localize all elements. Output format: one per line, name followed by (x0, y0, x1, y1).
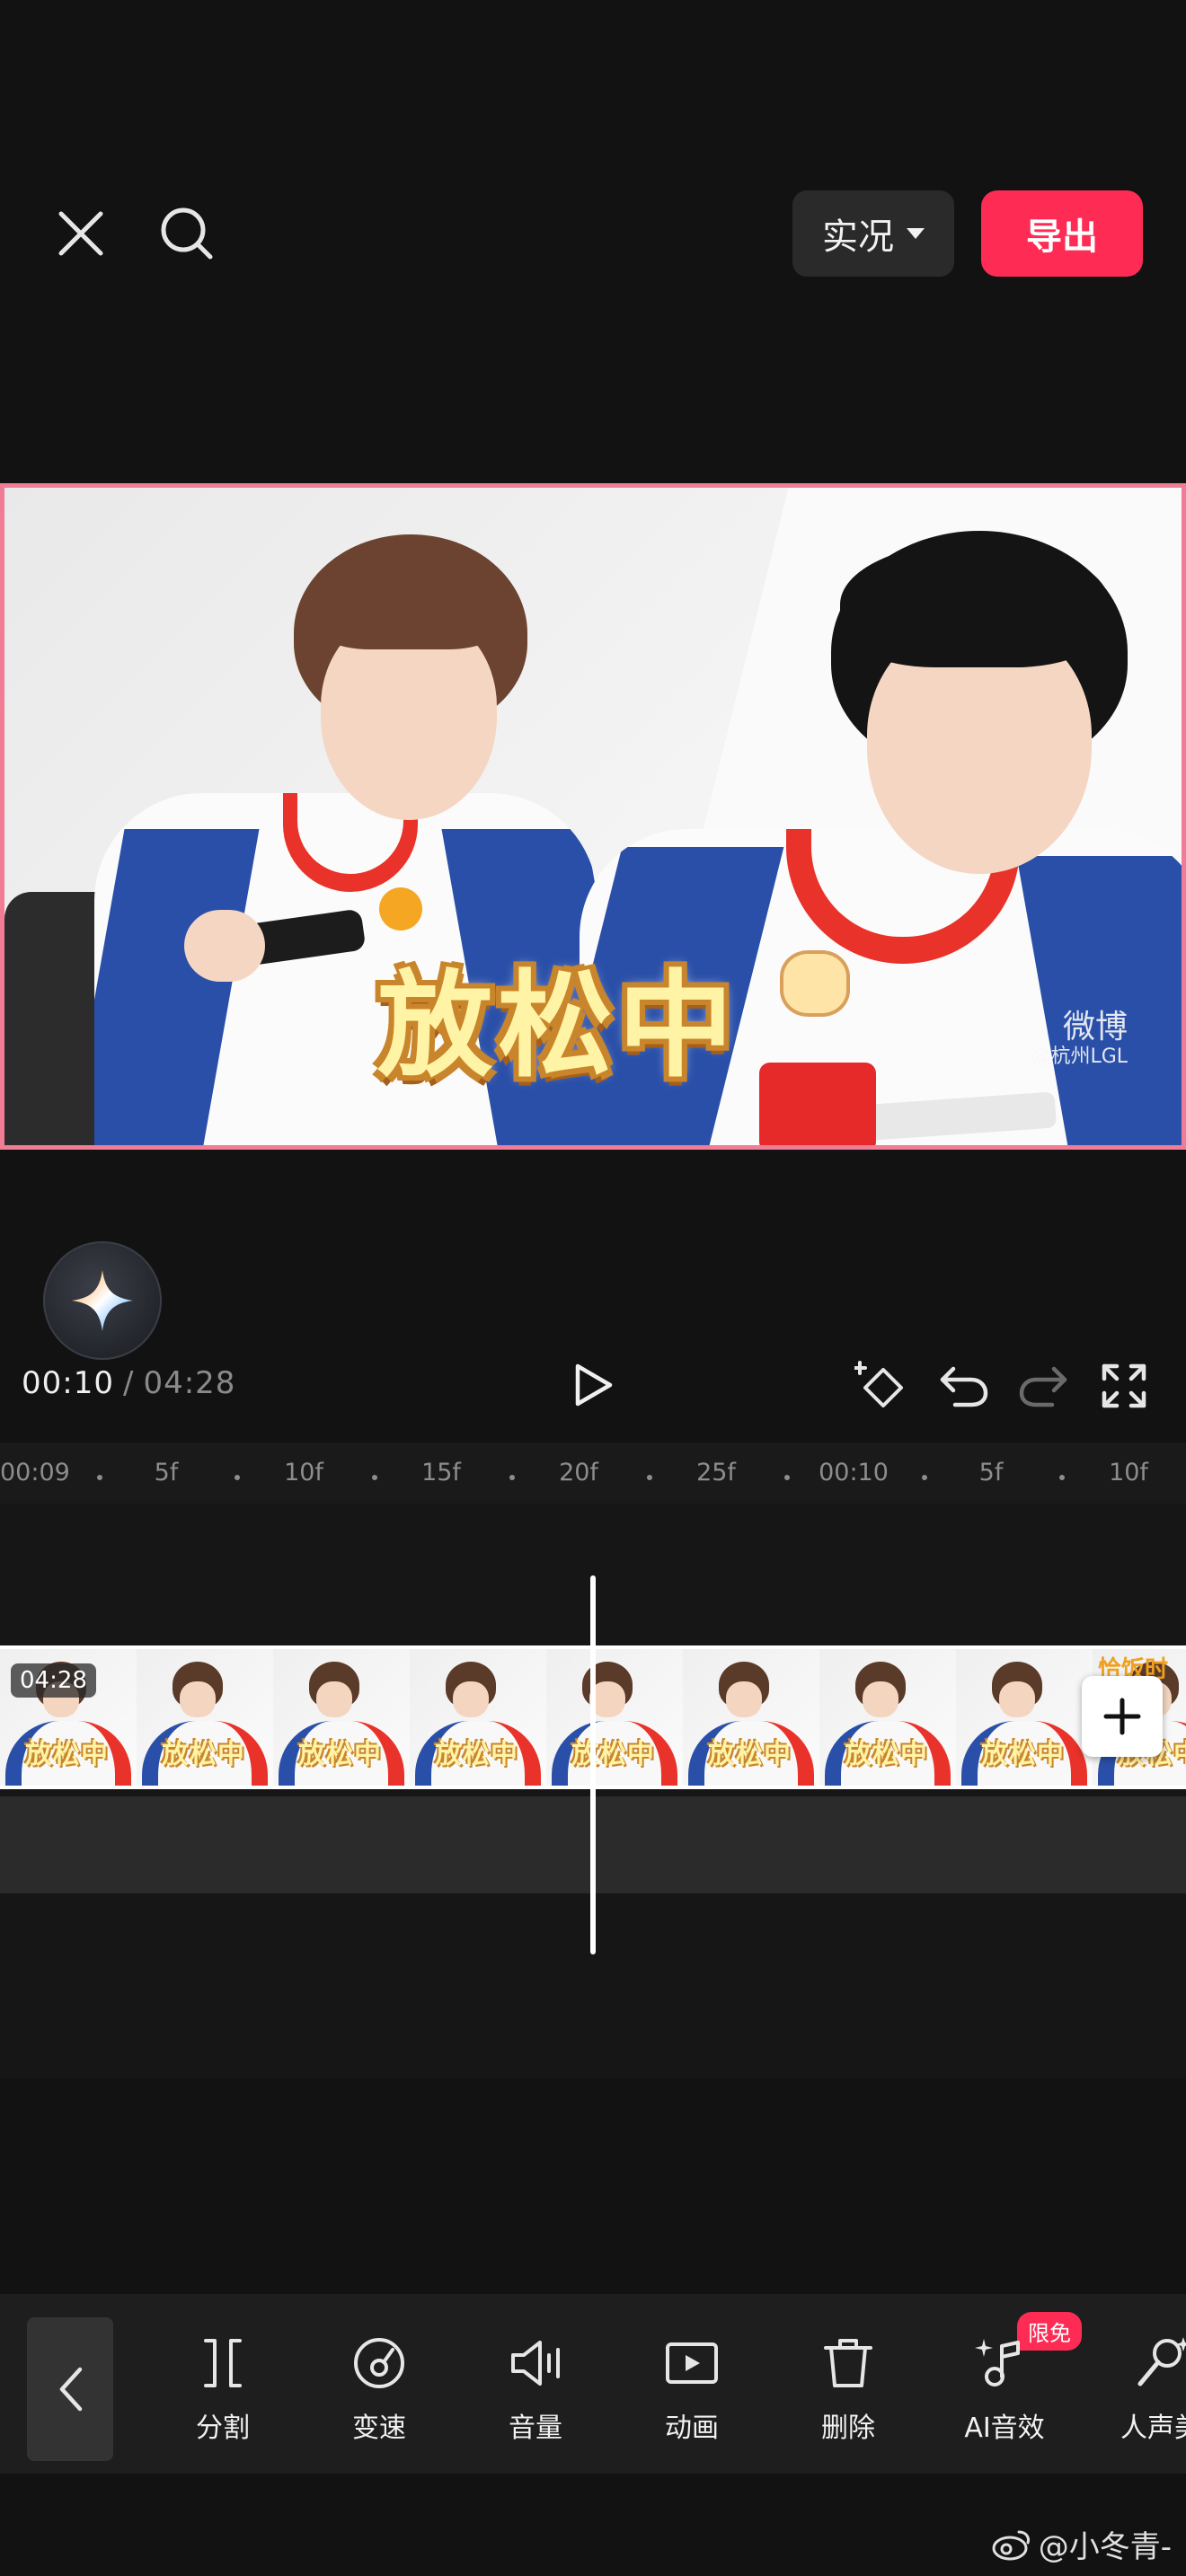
close-icon (58, 211, 103, 256)
keyframe-button[interactable] (852, 1356, 911, 1416)
total-time: 04:28 (143, 1365, 236, 1401)
ruler-dot (234, 1475, 240, 1480)
tool-label: 动画 (665, 2413, 719, 2444)
keyframe-add-icon (854, 1361, 903, 1407)
undo-icon (940, 1366, 988, 1407)
weibo-watermark: 微博 @杭州LGL (1031, 1009, 1128, 1069)
ruler-dot (1058, 1475, 1065, 1480)
ai-sound-icon (975, 2339, 1020, 2386)
clip-thumbnail-frame: 放松中 (546, 1649, 683, 1786)
ruler-dot (921, 1475, 927, 1480)
clip-thumbnail-frame: 放松中 (683, 1649, 819, 1786)
live-dropdown[interactable]: 实况 (792, 190, 954, 277)
chevron-left-icon (59, 2367, 83, 2412)
ruler-dot (646, 1475, 652, 1480)
frame-caption: 放松中 (162, 1739, 245, 1770)
export-button[interactable]: 导出 (981, 190, 1143, 277)
time-separator: / (122, 1365, 135, 1401)
tool-label: 人声美 (1120, 2413, 1186, 2444)
frame-caption: 放松中 (981, 1739, 1065, 1770)
flower-sticker-icon (379, 887, 422, 931)
tool-ai-sound[interactable]: AI音效 (942, 2333, 1067, 2445)
volume-icon (511, 2341, 560, 2386)
ai-assistant-button[interactable] (43, 1241, 162, 1360)
tool-delete[interactable]: 删除 (785, 2333, 911, 2445)
tool-split[interactable]: 分割 (160, 2333, 286, 2445)
ruler-tick-label: 5f (154, 1459, 179, 1486)
play-icon (575, 1363, 613, 1407)
ruler-tick-label: 5f (978, 1459, 1004, 1486)
toolbar-back-button[interactable] (27, 2317, 113, 2461)
frame-caption: 放松中 (435, 1739, 518, 1770)
playhead[interactable] (590, 1575, 596, 1954)
frame-caption: 放松中 (708, 1739, 792, 1770)
tool-volume[interactable]: 音量 (473, 2333, 598, 2445)
ruler-tick-label: 00:10 (819, 1459, 889, 1486)
vocal-beauty-icon (1137, 2337, 1186, 2386)
frame-caption: 放松中 (25, 1739, 109, 1770)
fullscreen-icon (1102, 1363, 1146, 1408)
ruler-dot (371, 1475, 377, 1480)
ruler-tick-label: 20f (559, 1459, 598, 1486)
fullscreen-button[interactable] (1094, 1356, 1154, 1416)
close-button[interactable] (47, 199, 115, 268)
video-caption: 放松中 (377, 959, 739, 1093)
tool-label: 变速 (352, 2413, 406, 2444)
ruler-tick-label: 00:09 (0, 1459, 70, 1486)
ruler-tick-label: 10f (284, 1459, 323, 1486)
clip-thumbnail-frame: 放松中 (956, 1649, 1093, 1786)
tool-animation[interactable]: 动画 (629, 2333, 755, 2445)
red-logo (759, 1063, 876, 1145)
redo-icon (1019, 1366, 1067, 1407)
add-clip-button[interactable] (1082, 1676, 1163, 1757)
timecode: 00:10/04:28 (22, 1365, 235, 1401)
clip-thumbnail-frame: 放松中 (137, 1649, 273, 1786)
play-button[interactable] (564, 1356, 622, 1414)
clip-thumbnail-frame: 放松中 (410, 1649, 546, 1786)
undo-button[interactable] (934, 1356, 994, 1416)
ruler-tick-label: 15f (421, 1459, 461, 1486)
live-label: 实况 (822, 216, 894, 258)
clip-thumbnail-frame: 放松中 (273, 1649, 410, 1786)
speed-icon (354, 2338, 404, 2388)
plus-icon (1103, 1698, 1141, 1735)
tool-label: 分割 (196, 2413, 250, 2444)
search-icon (161, 207, 213, 260)
watermark-brand: 微博 (1062, 1009, 1128, 1045)
frame-caption: 放松中 (571, 1739, 655, 1770)
tool-label: AI音效 (964, 2413, 1045, 2444)
animation-icon (666, 2342, 718, 2384)
time-ruler[interactable]: 00:09 5f 10f 15f 20f 25f 00:10 5f 10f (0, 1442, 1186, 1504)
footer-watermark-text: @小冬青- (1038, 2529, 1172, 2565)
watermark-handle: @杭州LGL (1031, 1045, 1128, 1069)
cat-sticker-icon (780, 950, 850, 1017)
sparkle-icon (72, 1270, 133, 1331)
footer-watermark: @小冬青- (992, 2522, 1172, 2566)
tool-vocal-beauty[interactable]: 人声美 (1098, 2333, 1186, 2445)
ruler-dot (783, 1475, 790, 1480)
split-icon (204, 2339, 242, 2387)
tool-speed[interactable]: 变速 (316, 2333, 442, 2445)
ruler-tick-label: 25f (696, 1459, 736, 1486)
ruler-tick-label: 10f (1109, 1459, 1148, 1486)
delete-icon (824, 2339, 872, 2387)
clip-duration-badge: 04:28 (11, 1663, 96, 1698)
ruler-dot (96, 1475, 102, 1480)
clip-thumbnail-frame: 放松中 (819, 1649, 956, 1786)
current-time: 00:10 (22, 1365, 114, 1401)
search-button[interactable] (153, 199, 221, 268)
redo-button[interactable] (1013, 1356, 1073, 1416)
frame-caption: 放松中 (298, 1739, 382, 1770)
ruler-dot (509, 1475, 515, 1480)
frame-caption: 放松中 (845, 1739, 928, 1770)
chevron-down-icon (907, 228, 925, 239)
tool-label: 音量 (509, 2413, 562, 2444)
weibo-icon (992, 2530, 1030, 2560)
tool-label: 删除 (821, 2413, 875, 2444)
